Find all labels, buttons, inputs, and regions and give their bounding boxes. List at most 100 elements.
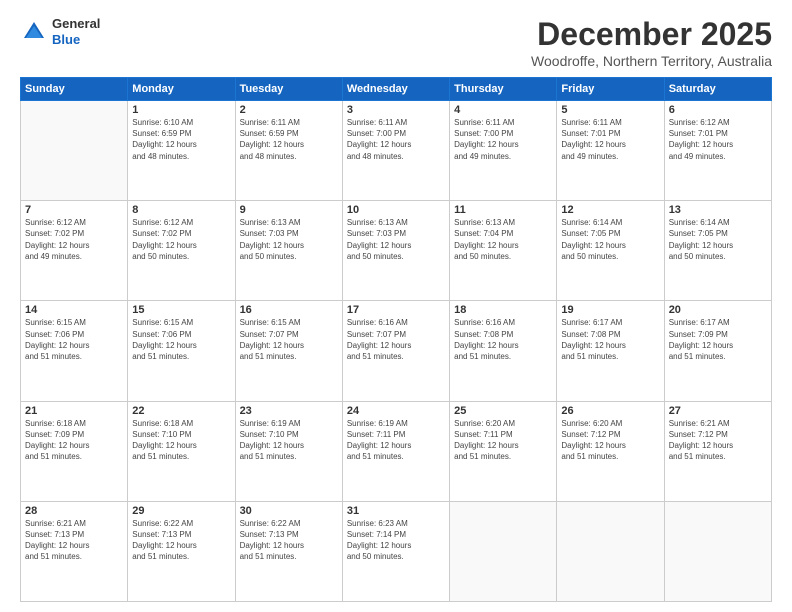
col-tuesday: Tuesday (235, 78, 342, 101)
day-number: 20 (669, 304, 767, 316)
day-info: Sunrise: 6:16 AM Sunset: 7:08 PM Dayligh… (454, 317, 552, 362)
table-row: 26Sunrise: 6:20 AM Sunset: 7:12 PM Dayli… (557, 401, 664, 501)
day-info: Sunrise: 6:12 AM Sunset: 7:02 PM Dayligh… (25, 217, 123, 262)
day-info: Sunrise: 6:17 AM Sunset: 7:08 PM Dayligh… (561, 317, 659, 362)
day-number: 11 (454, 204, 552, 216)
logo-icon (20, 18, 48, 46)
table-row: 29Sunrise: 6:22 AM Sunset: 7:13 PM Dayli… (128, 501, 235, 601)
day-info: Sunrise: 6:21 AM Sunset: 7:13 PM Dayligh… (25, 518, 123, 563)
table-row (557, 501, 664, 601)
day-info: Sunrise: 6:11 AM Sunset: 7:00 PM Dayligh… (454, 117, 552, 162)
table-row (664, 501, 771, 601)
table-row: 7Sunrise: 6:12 AM Sunset: 7:02 PM Daylig… (21, 201, 128, 301)
day-info: Sunrise: 6:19 AM Sunset: 7:10 PM Dayligh… (240, 418, 338, 463)
day-info: Sunrise: 6:22 AM Sunset: 7:13 PM Dayligh… (240, 518, 338, 563)
day-number: 3 (347, 104, 445, 116)
table-row: 17Sunrise: 6:16 AM Sunset: 7:07 PM Dayli… (342, 301, 449, 401)
logo: General Blue (20, 16, 100, 47)
calendar-header-row: Sunday Monday Tuesday Wednesday Thursday… (21, 78, 772, 101)
day-number: 17 (347, 304, 445, 316)
table-row: 21Sunrise: 6:18 AM Sunset: 7:09 PM Dayli… (21, 401, 128, 501)
day-info: Sunrise: 6:13 AM Sunset: 7:03 PM Dayligh… (347, 217, 445, 262)
table-row: 22Sunrise: 6:18 AM Sunset: 7:10 PM Dayli… (128, 401, 235, 501)
calendar-week-row: 28Sunrise: 6:21 AM Sunset: 7:13 PM Dayli… (21, 501, 772, 601)
day-number: 18 (454, 304, 552, 316)
table-row: 11Sunrise: 6:13 AM Sunset: 7:04 PM Dayli… (450, 201, 557, 301)
day-number: 10 (347, 204, 445, 216)
day-info: Sunrise: 6:12 AM Sunset: 7:01 PM Dayligh… (669, 117, 767, 162)
table-row: 10Sunrise: 6:13 AM Sunset: 7:03 PM Dayli… (342, 201, 449, 301)
col-saturday: Saturday (664, 78, 771, 101)
page: General Blue December 2025 Woodroffe, No… (0, 0, 792, 612)
table-row: 30Sunrise: 6:22 AM Sunset: 7:13 PM Dayli… (235, 501, 342, 601)
day-info: Sunrise: 6:19 AM Sunset: 7:11 PM Dayligh… (347, 418, 445, 463)
day-number: 29 (132, 505, 230, 517)
subtitle: Woodroffe, Northern Territory, Australia (531, 53, 772, 69)
day-info: Sunrise: 6:15 AM Sunset: 7:06 PM Dayligh… (132, 317, 230, 362)
table-row: 28Sunrise: 6:21 AM Sunset: 7:13 PM Dayli… (21, 501, 128, 601)
day-number: 27 (669, 405, 767, 417)
logo-text: General Blue (52, 16, 100, 47)
day-info: Sunrise: 6:18 AM Sunset: 7:10 PM Dayligh… (132, 418, 230, 463)
day-info: Sunrise: 6:10 AM Sunset: 6:59 PM Dayligh… (132, 117, 230, 162)
calendar-week-row: 1Sunrise: 6:10 AM Sunset: 6:59 PM Daylig… (21, 101, 772, 201)
day-number: 19 (561, 304, 659, 316)
table-row: 16Sunrise: 6:15 AM Sunset: 7:07 PM Dayli… (235, 301, 342, 401)
day-info: Sunrise: 6:17 AM Sunset: 7:09 PM Dayligh… (669, 317, 767, 362)
col-sunday: Sunday (21, 78, 128, 101)
day-number: 31 (347, 505, 445, 517)
table-row: 23Sunrise: 6:19 AM Sunset: 7:10 PM Dayli… (235, 401, 342, 501)
day-number: 1 (132, 104, 230, 116)
day-info: Sunrise: 6:13 AM Sunset: 7:04 PM Dayligh… (454, 217, 552, 262)
table-row: 24Sunrise: 6:19 AM Sunset: 7:11 PM Dayli… (342, 401, 449, 501)
table-row: 6Sunrise: 6:12 AM Sunset: 7:01 PM Daylig… (664, 101, 771, 201)
table-row: 3Sunrise: 6:11 AM Sunset: 7:00 PM Daylig… (342, 101, 449, 201)
logo-general: General (52, 16, 100, 32)
table-row (21, 101, 128, 201)
calendar-week-row: 7Sunrise: 6:12 AM Sunset: 7:02 PM Daylig… (21, 201, 772, 301)
day-info: Sunrise: 6:11 AM Sunset: 7:01 PM Dayligh… (561, 117, 659, 162)
table-row: 9Sunrise: 6:13 AM Sunset: 7:03 PM Daylig… (235, 201, 342, 301)
table-row: 31Sunrise: 6:23 AM Sunset: 7:14 PM Dayli… (342, 501, 449, 601)
day-number: 5 (561, 104, 659, 116)
main-title: December 2025 (531, 16, 772, 53)
day-info: Sunrise: 6:13 AM Sunset: 7:03 PM Dayligh… (240, 217, 338, 262)
calendar-table: Sunday Monday Tuesday Wednesday Thursday… (20, 77, 772, 602)
day-number: 21 (25, 405, 123, 417)
table-row: 25Sunrise: 6:20 AM Sunset: 7:11 PM Dayli… (450, 401, 557, 501)
table-row: 20Sunrise: 6:17 AM Sunset: 7:09 PM Dayli… (664, 301, 771, 401)
header: General Blue December 2025 Woodroffe, No… (20, 16, 772, 69)
day-number: 22 (132, 405, 230, 417)
col-thursday: Thursday (450, 78, 557, 101)
table-row: 4Sunrise: 6:11 AM Sunset: 7:00 PM Daylig… (450, 101, 557, 201)
table-row: 14Sunrise: 6:15 AM Sunset: 7:06 PM Dayli… (21, 301, 128, 401)
day-info: Sunrise: 6:21 AM Sunset: 7:12 PM Dayligh… (669, 418, 767, 463)
day-info: Sunrise: 6:20 AM Sunset: 7:12 PM Dayligh… (561, 418, 659, 463)
logo-blue: Blue (52, 32, 100, 48)
table-row: 2Sunrise: 6:11 AM Sunset: 6:59 PM Daylig… (235, 101, 342, 201)
table-row: 8Sunrise: 6:12 AM Sunset: 7:02 PM Daylig… (128, 201, 235, 301)
table-row: 15Sunrise: 6:15 AM Sunset: 7:06 PM Dayli… (128, 301, 235, 401)
day-number: 13 (669, 204, 767, 216)
table-row: 18Sunrise: 6:16 AM Sunset: 7:08 PM Dayli… (450, 301, 557, 401)
day-number: 28 (25, 505, 123, 517)
day-number: 12 (561, 204, 659, 216)
table-row: 13Sunrise: 6:14 AM Sunset: 7:05 PM Dayli… (664, 201, 771, 301)
day-number: 7 (25, 204, 123, 216)
day-number: 8 (132, 204, 230, 216)
col-friday: Friday (557, 78, 664, 101)
col-monday: Monday (128, 78, 235, 101)
table-row: 1Sunrise: 6:10 AM Sunset: 6:59 PM Daylig… (128, 101, 235, 201)
day-number: 30 (240, 505, 338, 517)
day-number: 24 (347, 405, 445, 417)
day-info: Sunrise: 6:23 AM Sunset: 7:14 PM Dayligh… (347, 518, 445, 563)
calendar-week-row: 14 Sunrise: 6:15 AM Sunset: 7:06 PM Dayli… (21, 301, 772, 401)
day-info: Sunrise: 6:11 AM Sunset: 7:00 PM Dayligh… (347, 117, 445, 162)
day-number: 16 (240, 304, 338, 316)
day-number: 9 (240, 204, 338, 216)
day-info: Sunrise: 6:16 AM Sunset: 7:07 PM Dayligh… (347, 317, 445, 362)
day-info: Sunrise: 6:14 AM Sunset: 7:05 PM Dayligh… (561, 217, 659, 262)
day-number: 23 (240, 405, 338, 417)
day-number: 15 (132, 304, 230, 316)
day-number: 14 (25, 304, 123, 316)
